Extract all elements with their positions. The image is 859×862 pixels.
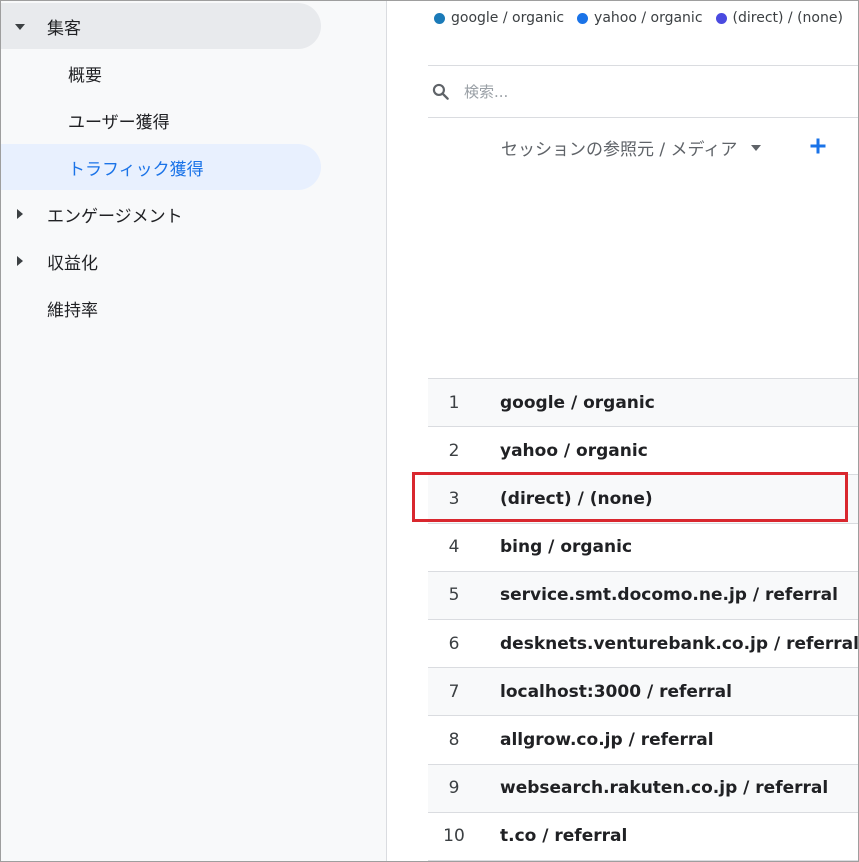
row-number: 5 — [448, 585, 460, 606]
sidebar-item-label: 集客 — [47, 18, 81, 39]
legend-item[interactable]: (direct) / (none) — [715, 10, 843, 26]
row-label: websearch.rakuten.co.jp / referral — [500, 778, 829, 799]
legend-item[interactable]: google / organic — [434, 10, 564, 26]
sidebar-item-label: エンゲージメント — [47, 206, 183, 227]
dimension-column-header[interactable]: セッションの参照元 / メディア — [501, 135, 762, 160]
row-label: bing / organic — [500, 537, 633, 558]
table-row[interactable]: 6 desknets.venturebank.co.jp / referral — [428, 620, 859, 669]
row-label: desknets.venturebank.co.jp / referral — [500, 633, 859, 654]
data-table-body: 1 google / organic 2 yahoo / organic 3 (… — [428, 378, 859, 861]
search-input[interactable] — [464, 82, 824, 101]
table-row[interactable]: 1 google / organic — [428, 379, 858, 428]
sidebar-item-label: 維持率 — [47, 300, 98, 321]
search-icon — [432, 83, 449, 100]
sidebar-item-engagement[interactable]: エンゲージメント — [1, 191, 321, 237]
table-row[interactable]: 8 allgrow.co.jp / referral — [428, 716, 858, 765]
sidebar-item-acquisition[interactable]: 集客 — [1, 3, 321, 49]
legend-label: (direct) / (none) — [732, 10, 843, 26]
dropdown-caret-icon — [751, 144, 762, 151]
table-row[interactable]: 3 (direct) / (none) — [428, 475, 858, 524]
screenshot-frame: 集客 概要 ユーザー獲得 トラフィック獲得 エンゲージメント 収益化 維持率 g… — [0, 0, 859, 862]
sidebar-item-overview[interactable]: 概要 — [1, 50, 321, 96]
sidebar-item-label: ユーザー獲得 — [68, 112, 170, 133]
legend-label: google / organic — [451, 10, 565, 26]
caret-right-icon — [17, 209, 23, 219]
row-number: 2 — [448, 440, 460, 461]
chart-legend: google / organic yahoo / organic (direct… — [434, 10, 856, 26]
row-number: 10 — [443, 826, 465, 847]
row-label: google / organic — [500, 392, 655, 413]
table-row[interactable]: 4 bing / organic — [428, 524, 858, 572]
table-row[interactable]: 5 service.smt.docomo.ne.jp / referral — [428, 571, 858, 620]
sidebar-item-label: 収益化 — [47, 253, 98, 274]
sidebar-item-user-acquisition[interactable]: ユーザー獲得 — [1, 97, 321, 143]
row-number: 1 — [448, 392, 460, 413]
legend-item[interactable]: yahoo / organic — [577, 10, 703, 26]
row-number: 7 — [448, 681, 460, 702]
search-bar — [428, 65, 858, 118]
sidebar-item-label: トラフィック獲得 — [68, 159, 204, 180]
legend-dot-icon — [577, 12, 589, 24]
row-label: (direct) / (none) — [500, 488, 653, 509]
row-number: 9 — [448, 778, 460, 799]
sidebar: 集客 概要 ユーザー獲得 トラフィック獲得 エンゲージメント 収益化 維持率 — [1, 1, 387, 861]
sidebar-item-monetization[interactable]: 収益化 — [1, 238, 321, 284]
row-number: 8 — [448, 729, 460, 750]
sidebar-item-label: 概要 — [68, 65, 102, 86]
caret-down-icon — [15, 24, 25, 30]
legend-label: yahoo / organic — [594, 10, 703, 26]
row-number: 4 — [448, 537, 460, 558]
row-label: yahoo / organic — [500, 440, 648, 461]
row-label: allgrow.co.jp / referral — [500, 729, 714, 750]
row-label: service.smt.docomo.ne.jp / referral — [500, 585, 838, 606]
sidebar-item-retention[interactable]: 維持率 — [1, 285, 321, 331]
add-dimension-button[interactable] — [809, 134, 827, 160]
sidebar-item-traffic-acquisition[interactable]: トラフィック獲得 — [1, 144, 321, 190]
table-row[interactable]: 2 yahoo / organic — [428, 427, 858, 476]
table-row[interactable]: 9 websearch.rakuten.co.jp / referral — [428, 764, 858, 813]
row-number: 6 — [448, 633, 460, 654]
legend-dot-icon — [715, 12, 727, 24]
caret-right-icon — [17, 256, 23, 266]
legend-dot-icon — [434, 12, 445, 24]
plus-icon — [810, 138, 826, 154]
column-header-label: セッションの参照元 / メディア — [501, 140, 738, 160]
row-label: localhost:3000 / referral — [500, 681, 732, 702]
row-number: 3 — [448, 488, 460, 509]
table-row[interactable]: 10 t.co / referral — [428, 813, 858, 861]
main-panel: google / organic yahoo / organic (direct… — [388, 1, 859, 861]
row-label: t.co / referral — [500, 826, 628, 847]
table-row[interactable]: 7 localhost:3000 / referral — [428, 668, 858, 717]
